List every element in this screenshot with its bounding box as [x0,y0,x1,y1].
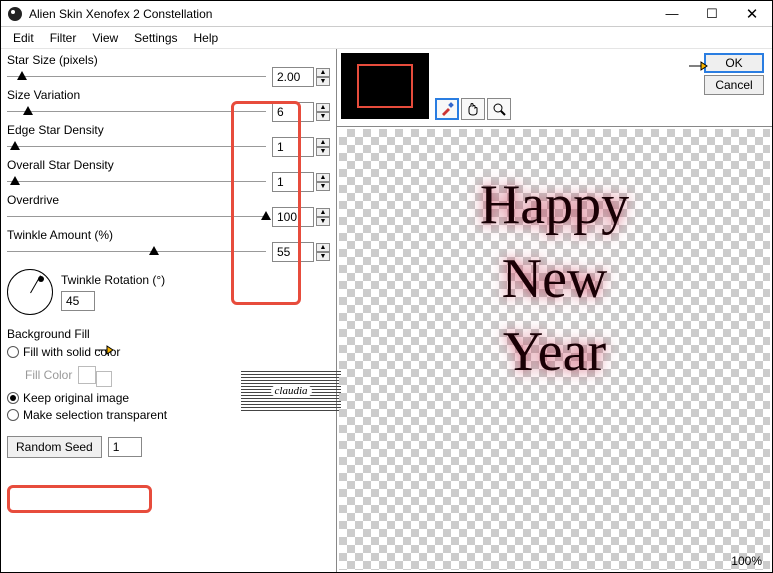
label-star-size: Star Size (pixels) [7,53,330,67]
slider-overall-density[interactable] [7,181,266,183]
label-fill-color: Fill Color [25,368,72,382]
param-overall-density: Overall Star Density 1 ▲▼ [7,158,330,191]
menu-help[interactable]: Help [188,29,225,47]
spin-up[interactable]: ▲ [316,173,330,182]
spin-down[interactable]: ▼ [316,77,330,86]
spin-up[interactable]: ▲ [316,103,330,112]
label-background-fill: Background Fill [7,327,330,341]
title-bar: Alien Skin Xenofex 2 Constellation — ☐ ✕ [1,1,772,27]
pointer-icon [93,342,115,358]
spin-up[interactable]: ▲ [316,208,330,217]
slider-star-size[interactable] [7,76,266,78]
dial-twinkle-rotation[interactable] [7,269,53,315]
input-twinkle-amount[interactable]: 55 [272,242,314,262]
label-overall-density: Overall Star Density [7,158,330,172]
preview-thumbnail[interactable] [341,53,429,119]
spin-up[interactable]: ▲ [316,68,330,77]
spin-down[interactable]: ▼ [316,112,330,121]
label-twinkle-amount: Twinkle Amount (%) [7,228,330,242]
close-button[interactable]: ✕ [732,1,772,27]
radio-fill-solid[interactable]: Fill with solid color [7,345,330,359]
param-twinkle-amount: Twinkle Amount (%) 55 ▲▼ [7,228,330,261]
spin-down[interactable]: ▼ [316,217,330,226]
zoom-status: 100% [731,552,762,570]
label-overdrive: Overdrive [7,193,330,207]
label-twinkle-rotation: Twinkle Rotation (°) [61,273,165,287]
random-seed-button[interactable]: Random Seed [7,436,102,458]
menu-view[interactable]: View [86,29,124,47]
label-size-variation: Size Variation [7,88,330,102]
watermark: claudia [241,371,341,411]
label-edge-density: Edge Star Density [7,123,330,137]
cancel-button[interactable]: Cancel [704,75,764,95]
spin-down[interactable]: ▼ [316,252,330,261]
window-title: Alien Skin Xenofex 2 Constellation [29,7,652,21]
preview-text-line3: Year [483,316,626,390]
input-random-seed[interactable]: 1 [108,437,142,457]
spin-up[interactable]: ▲ [316,243,330,252]
maximize-button[interactable]: ☐ [692,1,732,27]
input-overall-density[interactable]: 1 [272,172,314,192]
param-edge-density: Edge Star Density 1 ▲▼ [7,123,330,156]
eyedropper-tool[interactable] [435,98,459,120]
spin-down[interactable]: ▼ [316,147,330,156]
preview-panel: OK Cancel Happy New Year 100% [336,49,772,572]
input-size-variation[interactable]: 6 [272,102,314,122]
ok-button[interactable]: OK [704,53,764,73]
preview-canvas[interactable]: Happy New Year 100% [339,129,770,570]
param-overdrive: Overdrive 100 ▲▼ [7,193,330,226]
minimize-button[interactable]: — [652,1,692,27]
fill-color-swatch[interactable] [78,366,96,384]
preview-text-line1: Happy [460,169,649,243]
app-icon [7,6,23,22]
fill-color-swatch-bg[interactable] [96,371,112,387]
slider-edge-density[interactable] [7,146,266,148]
menu-filter[interactable]: Filter [44,29,83,47]
menu-bar: Edit Filter View Settings Help [1,27,772,49]
param-size-variation: Size Variation 6 ▲▼ [7,88,330,121]
preview-text-line2: New [482,243,628,317]
input-star-size[interactable]: 2.00 [272,67,314,87]
slider-twinkle-amount[interactable] [7,251,266,253]
slider-overdrive[interactable] [7,216,266,218]
random-seed-group: Random Seed 1 [7,436,330,458]
param-star-size: Star Size (pixels) 2.00 ▲▼ [7,53,330,86]
zoom-tool[interactable] [487,98,511,120]
spin-up[interactable]: ▲ [316,138,330,147]
pointer-icon [687,58,709,74]
controls-panel: Star Size (pixels) 2.00 ▲▼ Size Variatio… [1,49,336,572]
highlight-seed [7,485,152,513]
label-make-transparent: Make selection transparent [23,408,167,422]
input-overdrive[interactable]: 100 [272,207,314,227]
slider-size-variation[interactable] [7,111,266,113]
spin-down[interactable]: ▼ [316,182,330,191]
input-twinkle-rotation[interactable]: 45 [61,291,95,311]
menu-edit[interactable]: Edit [7,29,40,47]
label-keep-original: Keep original image [23,391,129,405]
menu-settings[interactable]: Settings [128,29,183,47]
hand-tool[interactable] [461,98,485,120]
input-edge-density[interactable]: 1 [272,137,314,157]
twinkle-rotation-group: Twinkle Rotation (°) 45 [7,269,330,315]
